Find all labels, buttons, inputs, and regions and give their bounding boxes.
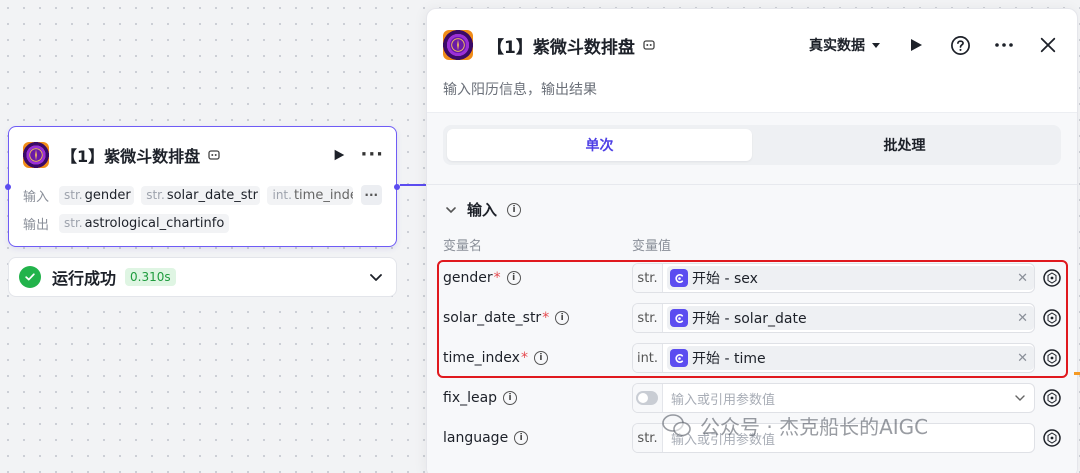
output-chip: str. astrological_chartinfo xyxy=(59,213,230,233)
variable-reference-icon[interactable] xyxy=(1042,388,1062,408)
reference-chip[interactable]: 开始 - time ✕ xyxy=(667,346,1034,370)
variable-reference-icon[interactable] xyxy=(1042,268,1062,288)
value-placeholder: 输入或引用参数值 xyxy=(671,392,776,408)
run-node-button[interactable] xyxy=(330,146,348,164)
chevron-down-icon[interactable] xyxy=(1014,392,1026,404)
input-section-title: 输入 xyxy=(467,201,498,219)
param-name: gender xyxy=(443,270,493,286)
reference-chip[interactable]: 开始 - sex ✕ xyxy=(667,266,1034,290)
col-header-name: 变量名 xyxy=(443,239,483,254)
type-tag-toggle xyxy=(633,384,663,412)
info-icon: i xyxy=(514,431,529,445)
required-mark: * xyxy=(520,350,528,366)
start-node-icon xyxy=(670,269,688,287)
value-placeholder: 输入或引用参数值 xyxy=(671,432,776,448)
panel-body xyxy=(427,113,1077,473)
close-icon[interactable] xyxy=(1037,34,1059,56)
info-icon: i xyxy=(555,311,570,325)
tab-batch[interactable]: 批处理 xyxy=(752,129,1057,161)
collapse-chevron-icon[interactable] xyxy=(445,204,457,216)
param-row-fix-leap: fix_leap i 输入或引用参数值 xyxy=(443,383,1063,413)
tab-single[interactable]: 单次 xyxy=(447,129,752,161)
info-icon: i xyxy=(507,202,522,217)
param-row-gender: gender * i str. 开始 - sex ✕ xyxy=(443,263,1063,293)
reference-text: 开始 - sex xyxy=(692,271,758,287)
node-title: 【1】紫微斗数排盘 xyxy=(61,147,201,166)
type-tag: int. xyxy=(633,344,663,372)
edge-marker xyxy=(1074,372,1080,375)
reference-chip[interactable]: 开始 - solar_date ✕ xyxy=(667,306,1034,330)
clear-icon[interactable]: ✕ xyxy=(1017,351,1028,366)
param-name: time_index xyxy=(443,350,520,366)
type-tag: str. xyxy=(633,424,663,452)
node-header: 【1】紫微斗数排盘 ··· xyxy=(23,140,384,170)
param-row-solar-date: solar_date_str * i str. 开始 - solar_date ✕ xyxy=(443,303,1063,333)
node-outputs-row: 输出 str. astrological_chartinfo xyxy=(23,212,382,234)
plugin-badge-icon xyxy=(207,148,221,162)
info-icon: i xyxy=(533,351,548,365)
status-text: 运行成功 xyxy=(52,269,117,288)
input-chip: int. time_inde xyxy=(267,185,354,205)
workflow-node-card[interactable]: 【1】紫微斗数排盘 ··· 输入 str. gender str. solar_da… xyxy=(5,126,400,247)
reference-text: 开始 - time xyxy=(692,351,766,367)
required-mark: * xyxy=(542,310,550,326)
type-tag: str. xyxy=(633,304,663,332)
param-name: language xyxy=(443,430,509,446)
boolean-toggle-icon[interactable] xyxy=(636,391,658,405)
more-inputs-button[interactable]: ··· xyxy=(360,185,382,205)
col-header-value: 变量值 xyxy=(632,239,672,254)
data-mode-select[interactable]: 真实数据 xyxy=(809,35,881,55)
more-icon[interactable] xyxy=(993,34,1015,56)
param-name: solar_date_str xyxy=(443,310,542,326)
required-mark: * xyxy=(493,270,501,286)
input-section-header[interactable]: 输入 i xyxy=(445,199,522,220)
success-check-icon xyxy=(19,266,41,288)
input-chip: str. gender xyxy=(59,185,135,205)
panel-description: 输入阳历信息，输出结果 xyxy=(443,82,597,98)
chevron-down-icon[interactable] xyxy=(368,269,384,285)
panel-title: 【1】紫微斗数排盘 xyxy=(487,37,635,58)
input-port[interactable] xyxy=(5,184,11,190)
clear-icon[interactable]: ✕ xyxy=(1017,311,1028,326)
connection-edge xyxy=(400,184,428,186)
run-status-bar[interactable]: 运行成功 0.310s xyxy=(8,257,397,297)
plugin-badge-icon xyxy=(642,38,656,52)
node-inputs-row: 输入 str. gender str. solar_date_str int. tim… xyxy=(23,184,382,206)
node-more-button[interactable]: ··· xyxy=(360,146,384,164)
param-name: fix_leap xyxy=(443,390,498,406)
help-icon[interactable] xyxy=(949,34,971,56)
ziwei-app-icon xyxy=(443,30,473,60)
output-label: 输出 xyxy=(23,217,50,233)
info-icon: i xyxy=(506,271,521,285)
param-value-field[interactable]: str. 开始 - sex ✕ xyxy=(632,263,1035,293)
input-chip: str. solar_date_str xyxy=(141,185,261,205)
variable-reference-icon[interactable] xyxy=(1042,348,1062,368)
reference-text: 开始 - solar_date xyxy=(692,311,807,327)
node-test-panel: 【1】紫微斗数排盘 真实数据 输入阳历信息，输出结果 单次 批处理 输入 i 变… xyxy=(426,8,1078,473)
caret-down-icon xyxy=(872,43,880,48)
duration-badge: 0.310s xyxy=(125,268,176,286)
run-button[interactable] xyxy=(905,34,927,56)
variable-reference-icon[interactable] xyxy=(1042,428,1062,448)
run-mode-tabs: 单次 批处理 xyxy=(443,125,1061,165)
info-icon: i xyxy=(503,391,518,405)
param-value-field[interactable]: 输入或引用参数值 xyxy=(632,383,1035,413)
clear-icon[interactable]: ✕ xyxy=(1017,271,1028,286)
start-node-icon xyxy=(670,349,688,367)
input-label: 输入 xyxy=(23,189,50,205)
ziwei-app-icon xyxy=(23,142,49,168)
section-divider xyxy=(427,184,1077,185)
param-value-field[interactable]: str. 输入或引用参数值 xyxy=(632,423,1035,453)
param-row-time-index: time_index * i int. 开始 - time ✕ xyxy=(443,343,1063,373)
param-value-field[interactable]: str. 开始 - solar_date ✕ xyxy=(632,303,1035,333)
data-mode-label: 真实数据 xyxy=(809,38,865,54)
type-tag: str. xyxy=(633,264,663,292)
param-value-field[interactable]: int. 开始 - time ✕ xyxy=(632,343,1035,373)
variable-reference-icon[interactable] xyxy=(1042,308,1062,328)
param-row-language: language i str. 输入或引用参数值 xyxy=(443,423,1063,453)
start-node-icon xyxy=(670,309,688,327)
panel-header: 【1】紫微斗数排盘 真实数据 xyxy=(443,29,1059,61)
